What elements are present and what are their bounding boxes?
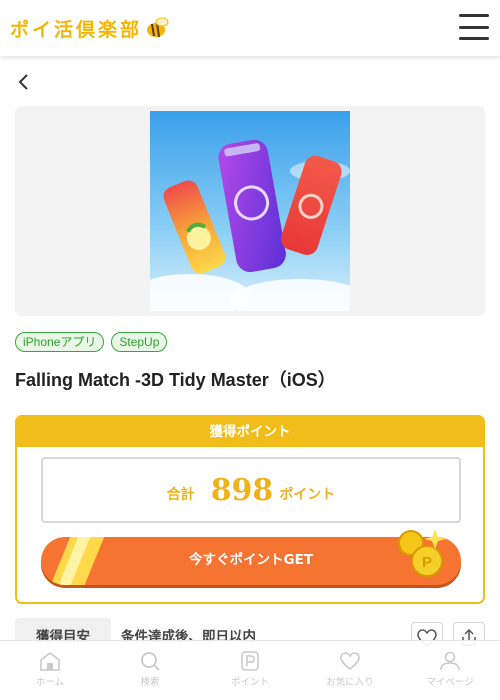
tab-points[interactable]: ポイント — [200, 641, 300, 700]
tab-favorites-label: お気に入り — [326, 677, 374, 688]
total-points-unit: ポイント — [279, 487, 336, 503]
total-label: 合計 — [166, 487, 195, 503]
heart-icon — [340, 652, 360, 671]
points-icon — [241, 651, 259, 671]
tab-mypage[interactable]: マイページ — [400, 641, 500, 700]
tag-iphone-app[interactable]: iPhoneアプリ — [15, 332, 105, 352]
site-logo[interactable]: ポイ活倶楽部 — [10, 14, 170, 42]
tab-favorites[interactable]: お気に入り — [300, 641, 400, 700]
logo-text: ポイ活倶楽部 — [10, 18, 143, 41]
search-icon — [141, 652, 160, 671]
coins-icon: P — [398, 529, 446, 577]
tab-home-label: ホーム — [35, 677, 65, 688]
total-points-value: 898 — [210, 472, 274, 508]
total-points-box: 合計 898 ポイント — [41, 457, 461, 523]
app-header: ポイ活倶楽部 — [0, 0, 500, 56]
offer-hero-image — [15, 106, 485, 316]
svg-text:P: P — [422, 554, 432, 571]
offer-detail: iPhoneアプリ StepUp Falling Match -3D Tidy … — [0, 56, 500, 656]
back-icon[interactable] — [12, 70, 36, 94]
bottom-tab-bar: ホーム 検索 ポイント お気に入り マイページ — [0, 640, 500, 700]
points-panel: 獲得ポイント 合計 898 ポイント 今すぐポイントGET P — [15, 415, 485, 604]
points-heading: 獲得ポイント — [17, 417, 483, 447]
tab-search-label: 検索 — [140, 677, 160, 688]
app-artwork-image — [150, 111, 350, 311]
category-tags: iPhoneアプリ StepUp — [15, 332, 168, 352]
user-icon — [440, 651, 460, 671]
tag-stepup[interactable]: StepUp — [111, 332, 168, 352]
tab-points-label: ポイント — [230, 677, 269, 688]
offer-title: Falling Match -3D Tidy Master（iOS） — [15, 370, 336, 390]
bee-logo-icon — [147, 17, 169, 38]
home-icon — [40, 651, 60, 671]
tab-mypage-label: マイページ — [426, 677, 474, 688]
menu-icon[interactable] — [459, 14, 489, 40]
tab-search[interactable]: 検索 — [100, 641, 200, 700]
tab-home[interactable]: ホーム — [0, 641, 100, 700]
